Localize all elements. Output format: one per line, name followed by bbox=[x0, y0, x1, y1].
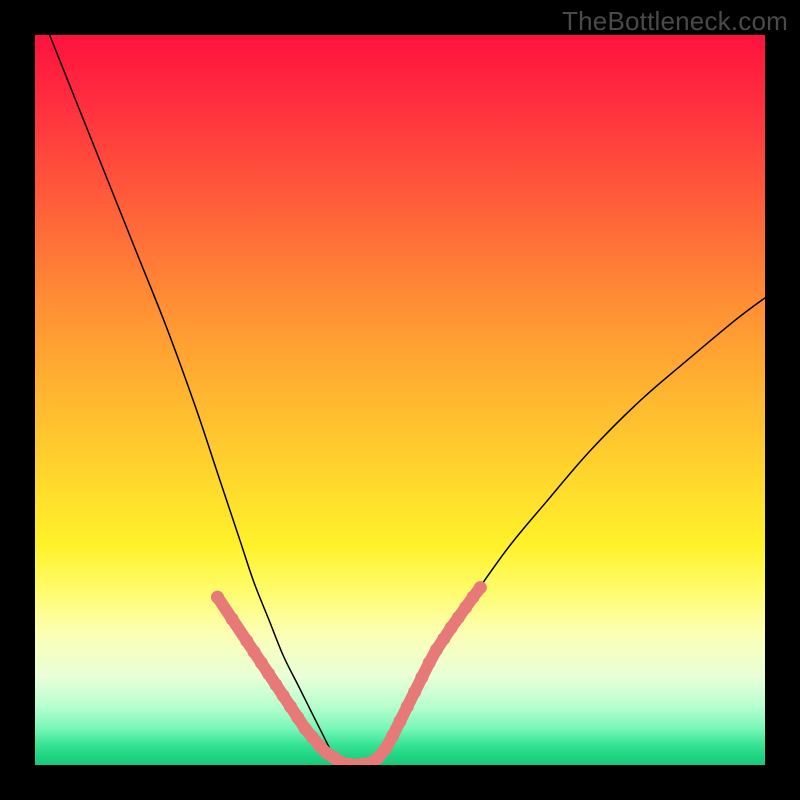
pink-bead-dot bbox=[430, 643, 443, 656]
pink-bead-dot bbox=[226, 613, 239, 626]
pink-bead-dot bbox=[240, 634, 253, 647]
pink-bead-dot bbox=[269, 678, 282, 691]
pink-bead-dot bbox=[415, 671, 428, 684]
pink-bead-dot bbox=[423, 656, 436, 669]
pink-bead-dot bbox=[255, 656, 268, 669]
pink-bead-dot bbox=[394, 715, 407, 728]
pink-bead-dot bbox=[262, 667, 275, 680]
pink-bead-dot bbox=[284, 700, 297, 713]
plot-area bbox=[35, 35, 765, 765]
watermark-text: TheBottleneck.com bbox=[562, 6, 788, 37]
pink-bead-dot bbox=[291, 711, 304, 724]
curves-layer bbox=[35, 35, 765, 765]
outer-frame: TheBottleneck.com bbox=[0, 0, 800, 800]
pink-overlay bbox=[211, 581, 487, 765]
pink-bead-dot bbox=[401, 700, 414, 713]
pink-bead-dot bbox=[408, 686, 421, 699]
left-curve bbox=[50, 35, 335, 758]
pink-bead-dot bbox=[437, 632, 450, 645]
right-curve bbox=[378, 298, 765, 758]
pink-bead-dot bbox=[211, 591, 224, 604]
pink-bead-dot bbox=[248, 645, 261, 658]
pink-bead-dot bbox=[277, 689, 290, 702]
pink-bead-dot bbox=[386, 729, 399, 742]
pink-bead-dot bbox=[474, 581, 487, 594]
pink-bead-dot bbox=[379, 742, 392, 755]
